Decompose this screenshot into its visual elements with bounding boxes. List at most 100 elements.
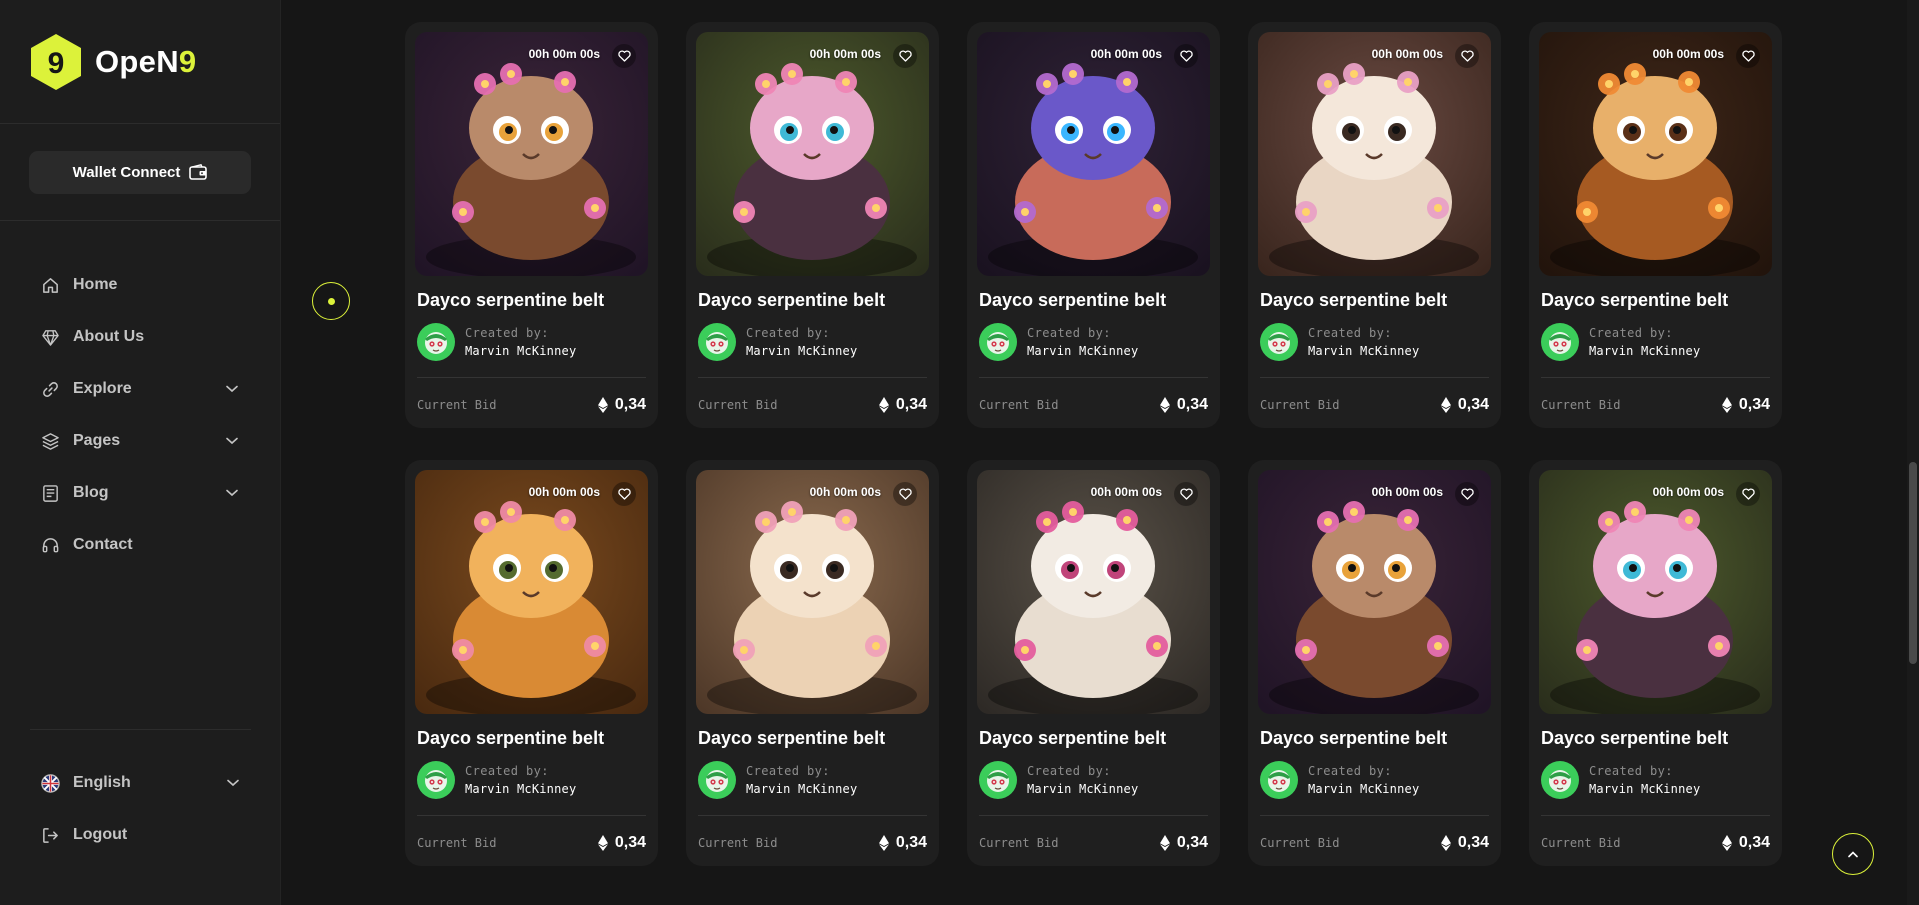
chevron-down-icon: [227, 779, 239, 787]
back-to-top-button[interactable]: [1832, 833, 1874, 875]
nav-item-contact[interactable]: Contact: [0, 519, 280, 571]
favorite-button[interactable]: [1736, 44, 1760, 68]
favorite-button[interactable]: [1455, 44, 1479, 68]
heart-icon: [1460, 50, 1474, 62]
nft-card[interactable]: 00h 00m 00s Dayco serpentine belt Create…: [1529, 22, 1782, 428]
favorite-button[interactable]: [1174, 44, 1198, 68]
favorite-button[interactable]: [1174, 482, 1198, 506]
logout-button[interactable]: Logout: [0, 809, 281, 861]
brand-name-main: OpeN: [95, 43, 179, 79]
favorite-button[interactable]: [612, 44, 636, 68]
nft-card[interactable]: 00h 00m 00s Dayco serpentine belt Create…: [967, 22, 1220, 428]
nft-image[interactable]: 00h 00m 00s: [977, 470, 1210, 714]
avatar[interactable]: [1260, 323, 1298, 361]
nav-item-explore[interactable]: Explore: [0, 363, 280, 415]
nft-image[interactable]: 00h 00m 00s: [1539, 470, 1772, 714]
nft-artwork: [415, 32, 648, 276]
creator-name[interactable]: Marvin McKinney: [465, 342, 576, 360]
heart-icon: [1179, 50, 1193, 62]
current-bid-label: Current Bid: [698, 836, 778, 850]
nav-item-pages[interactable]: Pages: [0, 415, 280, 467]
nft-image[interactable]: 00h 00m 00s: [1539, 32, 1772, 276]
creator-info: Created by: Marvin McKinney: [1258, 760, 1491, 800]
language-selector[interactable]: English: [0, 757, 281, 809]
heart-icon: [898, 50, 912, 62]
card-divider: [1541, 377, 1770, 378]
favorite-button[interactable]: [893, 482, 917, 506]
creator-name[interactable]: Marvin McKinney: [1589, 780, 1700, 798]
scrollbar-thumb[interactable]: [1909, 462, 1917, 664]
bid-amount: 0,34: [1176, 396, 1208, 413]
nft-image[interactable]: 00h 00m 00s: [1258, 470, 1491, 714]
card-divider: [1541, 815, 1770, 816]
nft-image[interactable]: 00h 00m 00s: [977, 32, 1210, 276]
nav-item-about[interactable]: About Us: [0, 311, 280, 363]
nft-title[interactable]: Dayco serpentine belt: [696, 728, 929, 750]
favorite-button[interactable]: [893, 44, 917, 68]
bid-amount: 0,34: [614, 396, 646, 413]
avatar[interactable]: [417, 761, 455, 799]
creator-name[interactable]: Marvin McKinney: [465, 780, 576, 798]
nft-title[interactable]: Dayco serpentine belt: [1539, 290, 1772, 312]
avatar[interactable]: [698, 323, 736, 361]
creator-info: Created by: Marvin McKinney: [1539, 322, 1772, 362]
wallet-connect-button[interactable]: Wallet Connect: [29, 150, 251, 194]
nft-image[interactable]: 00h 00m 00s: [1258, 32, 1491, 276]
avatar[interactable]: [1260, 761, 1298, 799]
main-nav: Home About Us Explore Pages Blog Contact: [0, 221, 280, 571]
nft-card[interactable]: 00h 00m 00s Dayco serpentine belt Create…: [405, 460, 658, 866]
nft-title[interactable]: Dayco serpentine belt: [1258, 290, 1491, 312]
bid-value: 0,34: [878, 396, 927, 414]
scrollbar[interactable]: [1907, 0, 1919, 905]
nft-card[interactable]: 00h 00m 00s Dayco serpentine belt Create…: [1248, 22, 1501, 428]
creator-name[interactable]: Marvin McKinney: [1308, 342, 1419, 360]
creator-name[interactable]: Marvin McKinney: [1027, 342, 1138, 360]
nft-title[interactable]: Dayco serpentine belt: [415, 290, 648, 312]
nft-card[interactable]: 00h 00m 00s Dayco serpentine belt Create…: [1529, 460, 1782, 866]
ethereum-icon: [1440, 397, 1451, 413]
nft-card-grid: 00h 00m 00s Dayco serpentine belt Create…: [405, 22, 1782, 866]
nft-artwork: [696, 470, 929, 714]
nft-card[interactable]: 00h 00m 00s Dayco serpentine belt Create…: [405, 22, 658, 428]
avatar[interactable]: [417, 323, 455, 361]
card-divider: [1260, 815, 1489, 816]
nft-card[interactable]: 00h 00m 00s Dayco serpentine belt Create…: [967, 460, 1220, 866]
avatar[interactable]: [1541, 761, 1579, 799]
nft-title[interactable]: Dayco serpentine belt: [1539, 728, 1772, 750]
nft-card[interactable]: 00h 00m 00s Dayco serpentine belt Create…: [686, 460, 939, 866]
creator-name[interactable]: Marvin McKinney: [1027, 780, 1138, 798]
current-bid-label: Current Bid: [698, 398, 778, 412]
avatar[interactable]: [979, 761, 1017, 799]
creator-name[interactable]: Marvin McKinney: [746, 342, 857, 360]
nft-title[interactable]: Dayco serpentine belt: [415, 728, 648, 750]
nft-title[interactable]: Dayco serpentine belt: [977, 728, 1210, 750]
creator-name[interactable]: Marvin McKinney: [746, 780, 857, 798]
creator-name[interactable]: Marvin McKinney: [1308, 780, 1419, 798]
nft-image[interactable]: 00h 00m 00s: [415, 32, 648, 276]
nft-title[interactable]: Dayco serpentine belt: [977, 290, 1210, 312]
nav-item-blog[interactable]: Blog: [0, 467, 280, 519]
nft-title[interactable]: Dayco serpentine belt: [696, 290, 929, 312]
nav-item-home[interactable]: Home: [0, 259, 280, 311]
nft-image[interactable]: 00h 00m 00s: [415, 470, 648, 714]
nft-image[interactable]: 00h 00m 00s: [696, 32, 929, 276]
bid-amount: 0,34: [895, 396, 927, 413]
avatar[interactable]: [698, 761, 736, 799]
document-icon: [40, 483, 60, 503]
nft-card[interactable]: 00h 00m 00s Dayco serpentine belt Create…: [1248, 460, 1501, 866]
logo[interactable]: 9 OpeN9: [0, 0, 280, 124]
nft-artwork: [1258, 470, 1491, 714]
nft-card[interactable]: 00h 00m 00s Dayco serpentine belt Create…: [686, 22, 939, 428]
favorite-button[interactable]: [1736, 482, 1760, 506]
avatar[interactable]: [979, 323, 1017, 361]
creator-name[interactable]: Marvin McKinney: [1589, 342, 1700, 360]
avatar[interactable]: [1541, 323, 1579, 361]
ethereum-icon: [1721, 397, 1732, 413]
favorite-button[interactable]: [612, 482, 636, 506]
nft-image[interactable]: 00h 00m 00s: [696, 470, 929, 714]
nft-title[interactable]: Dayco serpentine belt: [1258, 728, 1491, 750]
nav-label-about: About Us: [73, 328, 145, 345]
bid-value: 0,34: [1159, 396, 1208, 414]
favorite-button[interactable]: [1455, 482, 1479, 506]
ethereum-icon: [1440, 835, 1451, 851]
